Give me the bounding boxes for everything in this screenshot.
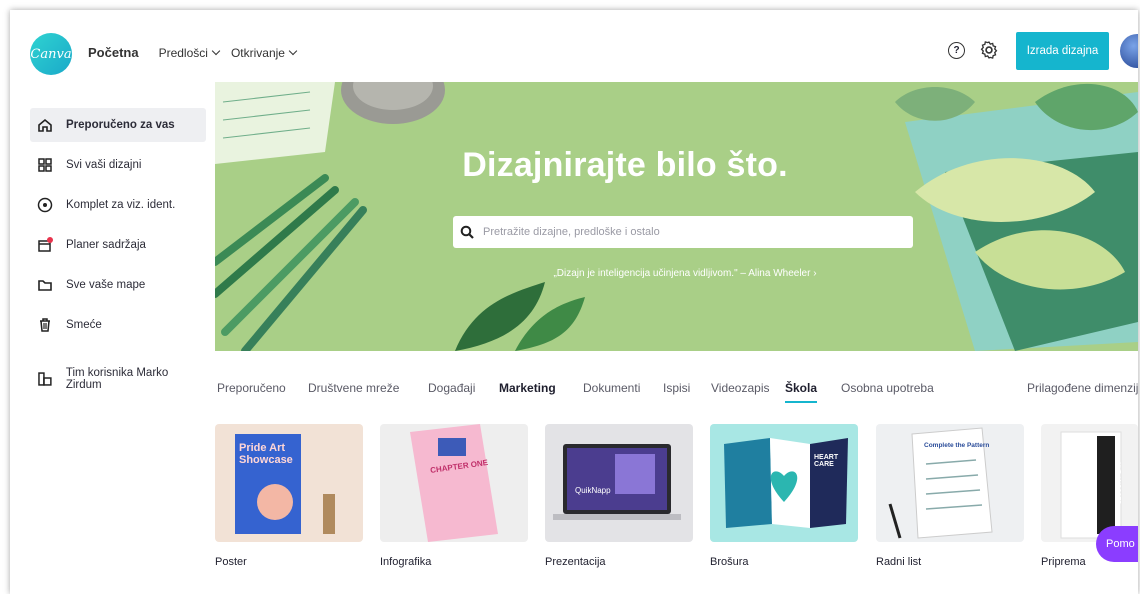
tab-personal[interactable]: Osobna upotreba	[841, 381, 934, 395]
nav-discover[interactable]: Otkrivanje	[230, 45, 298, 60]
tab-custom-size[interactable]: Prilagođene dimenzije	[1027, 381, 1138, 395]
create-design-label: Izrada dizajna	[1026, 45, 1099, 57]
poster-thumb-text: Pride Art Showcase	[239, 442, 293, 466]
help-icon[interactable]: ?	[948, 42, 965, 59]
trash-icon	[40, 318, 50, 332]
gear-icon[interactable]	[979, 40, 999, 60]
nav-discover-label: Otkrivanje	[230, 45, 285, 60]
tab-social-media[interactable]: Društvene mreže	[308, 381, 399, 395]
template-card-infographic[interactable]: CHAPTER ONE	[380, 424, 528, 542]
search-bar[interactable]	[453, 216, 913, 248]
template-card-brochure[interactable]: HEART CARE	[710, 424, 858, 542]
tab-video[interactable]: Videozapis	[711, 381, 770, 395]
sidebar-item-team[interactable]: Tim korisnika Marko Zirdum	[30, 362, 206, 396]
top-bar: Canva Početna Predlošci Otkrivanje ? Izr…	[10, 10, 1138, 82]
nav-home-label: Početna	[88, 45, 139, 60]
top-nav: Početna Predlošci Otkrivanje	[88, 45, 308, 60]
card-label-infographic[interactable]: Infografika	[380, 556, 431, 568]
sidebar-item-label: Sve vaše mape	[66, 279, 146, 291]
team-icon	[38, 372, 52, 386]
brochure-thumbnail	[710, 424, 858, 542]
search-icon	[453, 216, 481, 248]
brand-kit-icon	[37, 197, 53, 213]
sidebar-item-label: Komplet za viz. ident.	[66, 199, 176, 211]
tab-school[interactable]: Škola	[785, 381, 818, 403]
tab-documents[interactable]: Dokumenti	[583, 381, 640, 395]
worksheet-thumb-text: Complete the Pattern	[924, 442, 990, 449]
nav-home[interactable]: Početna	[88, 45, 139, 60]
brochure-thumb-text: HEART CARE	[814, 454, 839, 468]
sidebar-item-folders[interactable]: Sve vaše mape	[30, 268, 206, 302]
calendar-icon	[38, 237, 53, 252]
lesson-plan-thumb-text: LESSON PLAN	[1116, 462, 1123, 504]
help-chat-label: Pomo	[1106, 538, 1135, 550]
sidebar-item-label: Tim korisnika Marko Zirdum	[65, 367, 169, 391]
tab-recommended[interactable]: Preporučeno	[217, 381, 286, 395]
template-card-lesson-plan[interactable]: LESSON PLAN	[1041, 424, 1138, 542]
app-frame: Canva Početna Predlošci Otkrivanje ? Izr…	[10, 10, 1138, 594]
infographic-thumbnail	[380, 424, 528, 542]
presentation-thumbnail	[545, 424, 693, 542]
chevron-down-icon	[288, 46, 298, 56]
sidebar-item-trash[interactable]: Smeće	[30, 308, 206, 342]
hero-title: Dizajnirajte bilo što.	[462, 146, 788, 184]
sidebar-item-label: Svi vaši dizajni	[66, 159, 142, 171]
help-glyph: ?	[953, 45, 960, 56]
presentation-thumb-text: QuikNapp	[575, 486, 611, 495]
nav-templates[interactable]: Predlošci	[158, 45, 221, 60]
search-input[interactable]	[481, 225, 913, 239]
sidebar-item-label: Planer sadržaja	[66, 239, 146, 251]
sidebar-item-recommended[interactable]: Preporučeno za vas	[30, 108, 206, 142]
chevron-down-icon	[211, 46, 221, 56]
help-chat-button[interactable]: Pomo	[1096, 526, 1138, 562]
lesson-plan-thumbnail	[1041, 424, 1138, 542]
home-icon	[38, 118, 52, 132]
template-card-presentation[interactable]: QuikNapp	[545, 424, 693, 542]
sidebar-item-all-designs[interactable]: Svi vaši dizajni	[30, 148, 206, 182]
template-card-poster[interactable]: Pride Art Showcase	[215, 424, 363, 542]
card-label-poster[interactable]: Poster	[215, 556, 247, 568]
tab-events[interactable]: Događaji	[428, 381, 475, 395]
sidebar-item-label: Preporučeno za vas	[66, 119, 175, 131]
card-label-lesson-plan[interactable]: Priprema	[1041, 556, 1086, 568]
logo-text: Canva	[30, 46, 72, 62]
sidebar: Preporučeno za vas Svi vaši dizajni Komp…	[30, 108, 206, 402]
designs-icon	[38, 158, 52, 172]
nav-templates-label: Predlošci	[158, 45, 208, 60]
category-tabs: Preporučeno Društvene mreže Događaji Mar…	[217, 377, 1138, 407]
folder-icon	[38, 280, 52, 291]
template-card-worksheet[interactable]: Complete the Pattern	[876, 424, 1024, 542]
card-label-worksheet[interactable]: Radni list	[876, 556, 921, 568]
avatar[interactable]	[1120, 34, 1138, 68]
tab-marketing[interactable]: Marketing	[499, 381, 556, 395]
sidebar-item-brand-kit[interactable]: Komplet za viz. ident.	[30, 188, 206, 222]
hero-quote-link[interactable]: „Dizajn je inteligencija učinjena vidlji…	[465, 268, 905, 279]
hero-banner: Dizajnirajte bilo što. „Dizajn je inteli…	[215, 82, 1138, 351]
sidebar-item-label: Smeće	[66, 319, 102, 331]
card-label-presentation[interactable]: Prezentacija	[545, 556, 606, 568]
canva-logo[interactable]: Canva	[30, 33, 72, 75]
tab-prints[interactable]: Ispisi	[663, 381, 690, 395]
sidebar-item-content-planner[interactable]: Planer sadržaja	[30, 228, 206, 262]
create-design-button[interactable]: Izrada dizajna	[1016, 32, 1109, 70]
card-label-brochure[interactable]: Brošura	[710, 556, 749, 568]
